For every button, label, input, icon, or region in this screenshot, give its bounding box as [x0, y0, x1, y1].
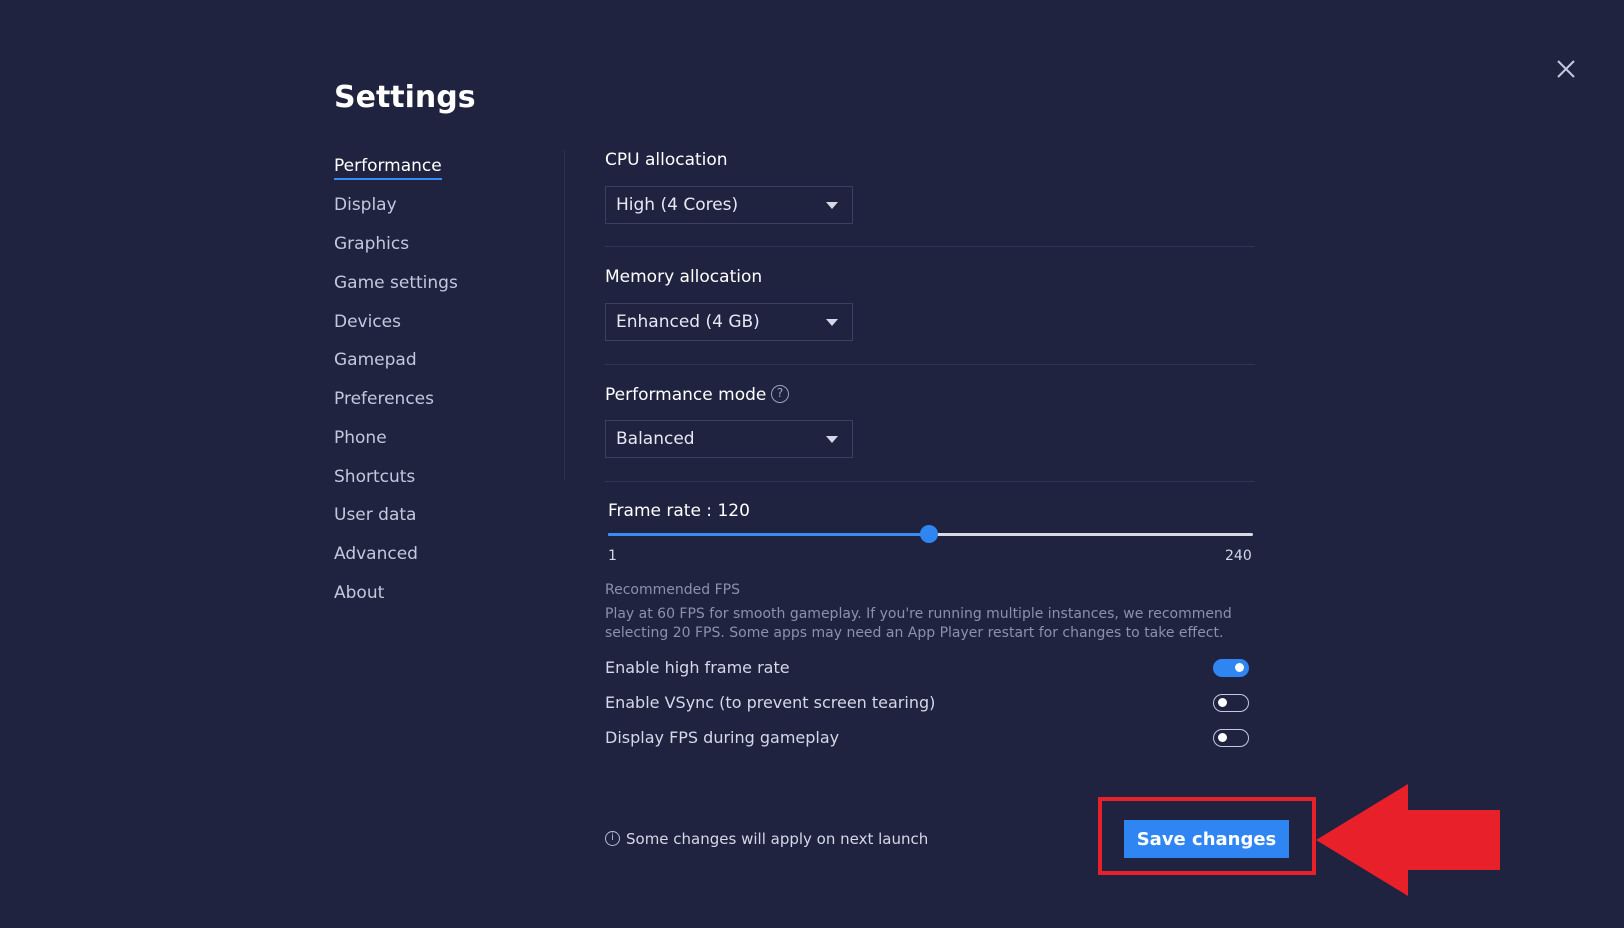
chevron-down-icon [826, 319, 838, 326]
vsync-toggle[interactable] [1213, 694, 1249, 712]
cpu-allocation-dropdown[interactable]: High (4 Cores) [605, 186, 853, 224]
memory-allocation-value: Enhanced (4 GB) [616, 312, 760, 332]
toggle-knob [1218, 698, 1227, 707]
sidebar-item-display[interactable]: Display [334, 195, 397, 215]
chevron-down-icon [826, 202, 838, 209]
performance-mode-dropdown[interactable]: Balanced [605, 420, 853, 458]
close-button[interactable] [1549, 52, 1583, 86]
toggle-knob [1218, 733, 1227, 742]
sidebar-item-preferences[interactable]: Preferences [334, 389, 434, 409]
frame-rate-min-label: 1 [608, 548, 617, 564]
cpu-allocation-label: CPU allocation [605, 150, 728, 170]
memory-allocation-dropdown[interactable]: Enhanced (4 GB) [605, 303, 853, 341]
display-fps-toggle[interactable] [1213, 729, 1249, 747]
frame-rate-slider-fill [608, 533, 930, 536]
chevron-down-icon [826, 436, 838, 443]
info-circle-icon: i [605, 831, 620, 846]
sidebar-item-gamepad[interactable]: Gamepad [334, 350, 417, 370]
active-tab-underline [334, 178, 442, 180]
highlight-box [1098, 797, 1316, 875]
section-divider [605, 364, 1255, 365]
question-circle-icon[interactable]: ? [771, 385, 789, 403]
sidebar-item-graphics[interactable]: Graphics [334, 234, 409, 254]
settings-window: Settings Performance Display Graphics Ga… [0, 0, 1624, 928]
red-arrow-annotation [1316, 784, 1500, 896]
sidebar-item-user-data[interactable]: User data [334, 505, 416, 525]
high-frame-rate-label: Enable high frame rate [605, 658, 790, 677]
sidebar-item-phone[interactable]: Phone [334, 428, 387, 448]
performance-mode-value: Balanced [616, 429, 695, 449]
footer-note: Some changes will apply on next launch [626, 830, 929, 848]
recommended-fps-title: Recommended FPS [605, 582, 740, 598]
sidebar-item-performance[interactable]: Performance [334, 156, 442, 180]
toggle-knob [1235, 663, 1244, 672]
frame-rate-max-label: 240 [1225, 548, 1252, 564]
memory-allocation-label: Memory allocation [605, 267, 763, 287]
sidebar-item-game-settings[interactable]: Game settings [334, 273, 458, 293]
frame-rate-label: Frame rate : 120 [608, 501, 750, 521]
performance-mode-label: Performance mode [605, 385, 767, 405]
frame-rate-slider-thumb[interactable] [920, 525, 939, 543]
section-divider [605, 481, 1255, 482]
sidebar-item-shortcuts[interactable]: Shortcuts [334, 467, 415, 487]
vsync-label: Enable VSync (to prevent screen tearing) [605, 693, 936, 712]
display-fps-label: Display FPS during gameplay [605, 728, 840, 747]
sidebar-divider [564, 150, 565, 480]
sidebar-item-advanced[interactable]: Advanced [334, 544, 418, 564]
sidebar-item-label: Performance [334, 156, 442, 176]
section-divider [605, 246, 1255, 247]
close-icon [1557, 60, 1575, 78]
page-title: Settings [334, 80, 476, 115]
high-frame-rate-toggle[interactable] [1213, 659, 1249, 677]
frame-rate-slider[interactable] [608, 525, 1253, 543]
cpu-allocation-value: High (4 Cores) [616, 195, 739, 215]
sidebar-item-about[interactable]: About [334, 583, 384, 603]
sidebar-item-devices[interactable]: Devices [334, 312, 401, 332]
recommended-fps-text: Play at 60 FPS for smooth gameplay. If y… [605, 606, 1232, 641]
